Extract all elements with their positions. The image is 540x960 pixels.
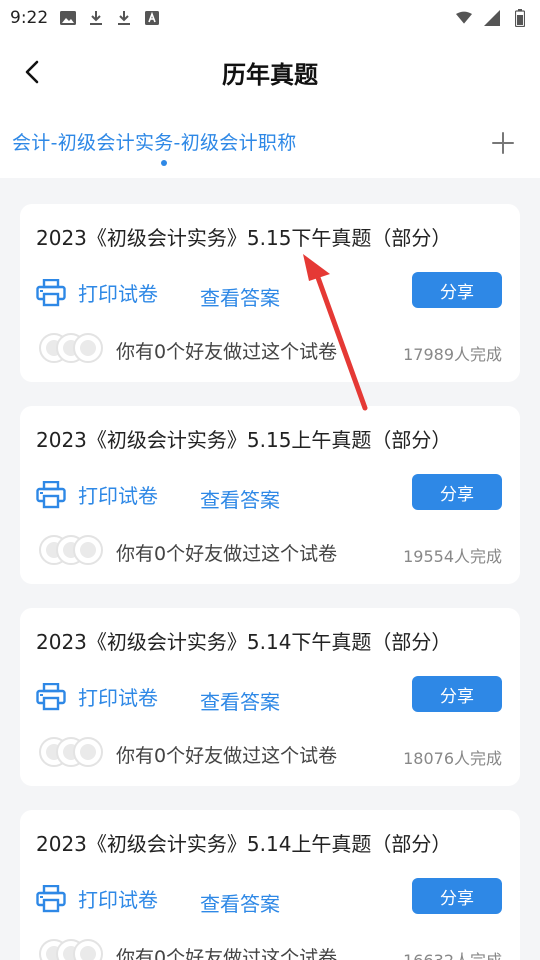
add-category-button[interactable] xyxy=(490,130,516,156)
friends-done-text: 你有0个好友做过这个试卷 xyxy=(116,543,338,565)
exam-title[interactable]: 2023《初级会计实务》5.15下午真题（部分） xyxy=(36,222,451,251)
friend-avatars xyxy=(39,939,103,960)
print-exam-button[interactable]: 打印试卷 xyxy=(36,682,158,711)
plus-icon xyxy=(492,132,514,154)
exam-card[interactable]: 2023《初级会计实务》5.14上午真题（部分） 打印试卷 查看答案 分享 你有… xyxy=(20,810,520,960)
completion-count: 19554人完成 xyxy=(403,547,502,566)
download-icon xyxy=(116,10,132,26)
status-bar: 9:22 xyxy=(0,0,540,36)
back-button[interactable] xyxy=(18,58,46,86)
a-box-icon xyxy=(144,10,160,26)
print-exam-label: 打印试卷 xyxy=(78,282,158,306)
friend-avatars xyxy=(39,535,103,565)
exam-title[interactable]: 2023《初级会计实务》5.14上午真题（部分） xyxy=(36,828,451,857)
exam-card[interactable]: 2023《初级会计实务》5.15下午真题（部分） 打印试卷 查看答案 分享 你有… xyxy=(20,204,520,382)
share-button[interactable]: 分享 xyxy=(412,878,502,914)
friends-done-text: 你有0个好友做过这个试卷 xyxy=(116,341,338,363)
nav-bar: 历年真题 xyxy=(0,36,540,108)
print-exam-button[interactable]: 打印试卷 xyxy=(36,884,158,913)
tab-category-active[interactable]: 会计-初级会计实务-初级会计职称 xyxy=(12,128,297,155)
wifi-icon xyxy=(456,10,472,26)
category-tab-bar: 会计-初级会计实务-初级会计职称 xyxy=(0,108,540,178)
image-icon xyxy=(60,10,77,26)
printer-icon xyxy=(36,884,66,912)
friends-done-text: 你有0个好友做过这个试卷 xyxy=(116,745,338,767)
exam-title[interactable]: 2023《初级会计实务》5.15上午真题（部分） xyxy=(36,424,451,453)
exam-card[interactable]: 2023《初级会计实务》5.15上午真题（部分） 打印试卷 查看答案 分享 你有… xyxy=(20,406,520,584)
share-button[interactable]: 分享 xyxy=(412,474,502,510)
completion-count: 17989人完成 xyxy=(403,345,502,364)
share-button[interactable]: 分享 xyxy=(412,272,502,308)
page-title: 历年真题 xyxy=(222,60,318,89)
view-answers-link[interactable]: 查看答案 xyxy=(200,888,280,917)
print-exam-label: 打印试卷 xyxy=(78,888,158,912)
share-button[interactable]: 分享 xyxy=(412,676,502,712)
view-answers-link[interactable]: 查看答案 xyxy=(200,282,280,311)
download-icon xyxy=(88,10,104,26)
printer-icon xyxy=(36,480,66,508)
exam-card[interactable]: 2023《初级会计实务》5.14下午真题（部分） 打印试卷 查看答案 分享 你有… xyxy=(20,608,520,786)
print-exam-button[interactable]: 打印试卷 xyxy=(36,278,158,307)
print-exam-button[interactable]: 打印试卷 xyxy=(36,480,158,509)
friend-avatars xyxy=(39,737,103,767)
print-exam-label: 打印试卷 xyxy=(78,686,158,710)
status-time: 9:22 xyxy=(10,8,49,28)
completion-count: 16632人完成 xyxy=(403,947,502,960)
signal-icon xyxy=(484,10,500,26)
view-answers-link[interactable]: 查看答案 xyxy=(200,686,280,715)
printer-icon xyxy=(36,278,66,306)
battery-icon xyxy=(512,9,528,27)
exam-title[interactable]: 2023《初级会计实务》5.14下午真题（部分） xyxy=(36,626,451,655)
print-exam-label: 打印试卷 xyxy=(78,484,158,508)
chevron-left-icon xyxy=(25,60,39,84)
exam-list: 2023《初级会计实务》5.15下午真题（部分） 打印试卷 查看答案 分享 你有… xyxy=(0,204,540,960)
printer-icon xyxy=(36,682,66,710)
tab-active-indicator xyxy=(161,160,167,166)
friend-avatars xyxy=(39,333,103,363)
view-answers-link[interactable]: 查看答案 xyxy=(200,484,280,513)
friends-done-text: 你有0个好友做过这个试卷 xyxy=(116,947,338,960)
completion-count: 18076人完成 xyxy=(403,749,502,768)
